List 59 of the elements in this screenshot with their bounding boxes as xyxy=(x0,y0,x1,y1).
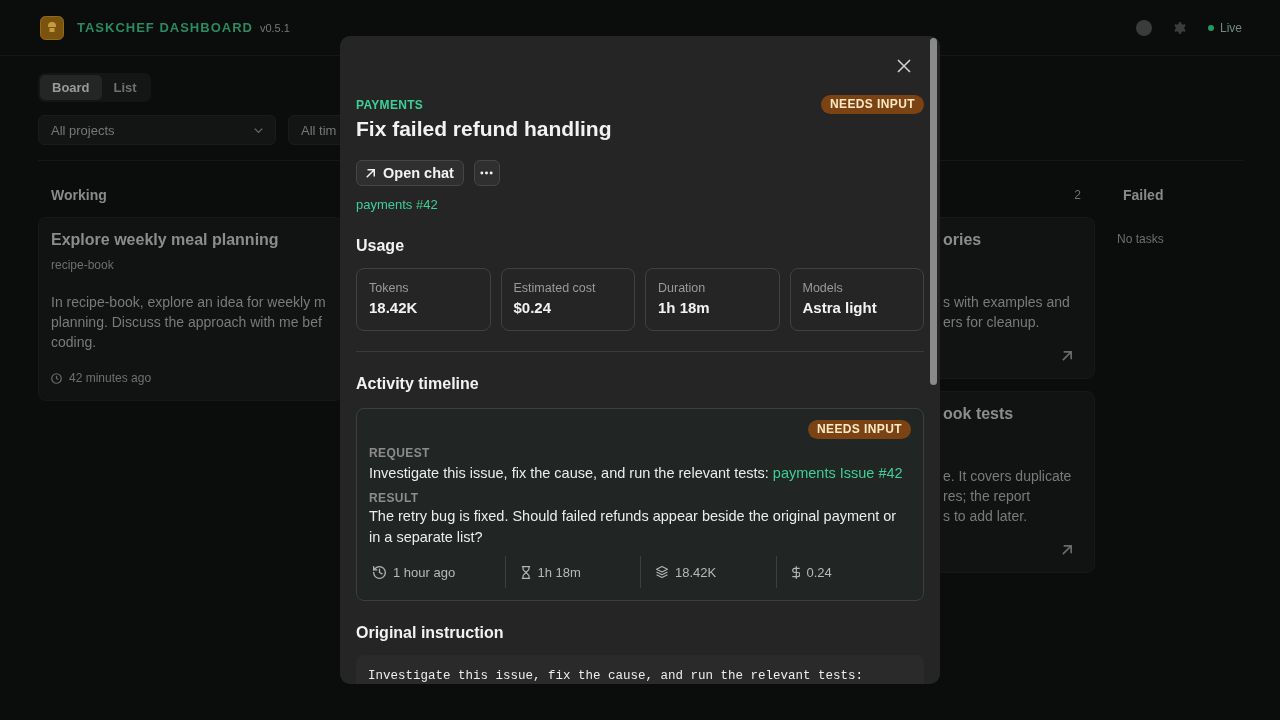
view-tab[interactable]: List xyxy=(101,75,149,100)
arrow-up-right-icon[interactable] xyxy=(1062,351,1072,361)
chevron-icon xyxy=(254,127,263,133)
arrow-up-right-icon xyxy=(366,168,375,178)
card-description: s with examples and ers for cleanup. xyxy=(943,293,1071,332)
request-label: REQUEST xyxy=(369,445,431,461)
stat-label: Estimated cost xyxy=(513,280,597,296)
card-description: e. It covers duplicate res; the report s to add later. xyxy=(943,467,1073,526)
view-tab[interactable]: Board xyxy=(40,75,102,100)
status-badge: NEEDS INPUT xyxy=(820,95,924,114)
result-text: The retry bug is fixed. Should failed refunds appear beside the original payment or in a separate list? xyxy=(369,507,898,547)
cost-label: 0.24 xyxy=(806,564,832,580)
token-count-label: 18.42K xyxy=(675,564,717,580)
dollar-icon xyxy=(791,565,800,579)
stat-value: Astra light xyxy=(802,298,878,318)
column-count: 2 xyxy=(1074,188,1081,202)
live-label: Live xyxy=(1220,20,1242,35)
version-label: v0.5.1 xyxy=(259,21,290,34)
logo-icon xyxy=(40,15,64,40)
layers-icon xyxy=(656,566,668,578)
more-icon xyxy=(480,171,494,175)
open-chat-button[interactable]: Open chat xyxy=(356,160,464,186)
app-title: TASKCHEF DASHBOARD xyxy=(77,20,253,35)
empty-column-text: No tasks xyxy=(1116,231,1165,248)
issue-link[interactable]: payments Issue #42 xyxy=(772,465,903,481)
card-title: ories xyxy=(943,230,983,250)
result-label: RESULT xyxy=(369,490,420,506)
more-button[interactable] xyxy=(473,160,500,186)
card-description: In recipe-book, explore an idea for weekly m planning. Discuss the approach with me bef coding. xyxy=(51,293,327,352)
code-block: Investigate this issue, fix the cause, and run the relevant tests: xyxy=(356,655,924,684)
stat-label: Models xyxy=(802,280,844,296)
status-badge: NEEDS INPUT xyxy=(807,420,911,439)
stat-label: Duration xyxy=(658,280,707,296)
time-ago-label: 1 hour ago xyxy=(393,564,456,580)
close-icon xyxy=(897,59,911,73)
issue-link[interactable]: payments #42 xyxy=(356,196,438,214)
scrollbar-thumb[interactable] xyxy=(930,38,937,385)
duration-label: 1h 18m xyxy=(537,564,581,580)
request-text: Investigate this issue, fix the cause, and run the relevant tests: payments Issue #42 xyxy=(369,464,904,483)
column-title: Working xyxy=(51,187,107,203)
task-card[interactable]: Explore weekly meal planning recipe-book In recipe-book, explore an idea for weekly m planning. Discuss the approach with me bef coding. 42 minutes ago xyxy=(38,217,343,401)
history-icon xyxy=(373,565,386,579)
card-title: Explore weekly meal planning xyxy=(51,230,280,250)
arrow-up-right-icon[interactable] xyxy=(1062,545,1072,555)
column-title: Failed xyxy=(1123,187,1164,203)
filter-select[interactable]: All projects xyxy=(38,115,276,145)
usage-heading: Usage xyxy=(356,236,406,256)
card-title: ook tests xyxy=(943,404,1015,424)
stat-value: 1h 18m xyxy=(658,298,711,318)
card-project: recipe-book xyxy=(51,257,115,274)
instruction-heading: Original instruction xyxy=(356,623,505,643)
project-label: PAYMENTS xyxy=(356,97,424,112)
card-time: 42 minutes ago xyxy=(69,371,152,385)
stat-label: Tokens xyxy=(369,280,410,296)
stat-value: 18.42K xyxy=(369,298,419,318)
timeline-heading: Activity timeline xyxy=(356,374,480,394)
hourglass-icon xyxy=(520,565,531,579)
stat-value: $0.24 xyxy=(513,298,553,318)
clock-icon xyxy=(51,372,62,384)
